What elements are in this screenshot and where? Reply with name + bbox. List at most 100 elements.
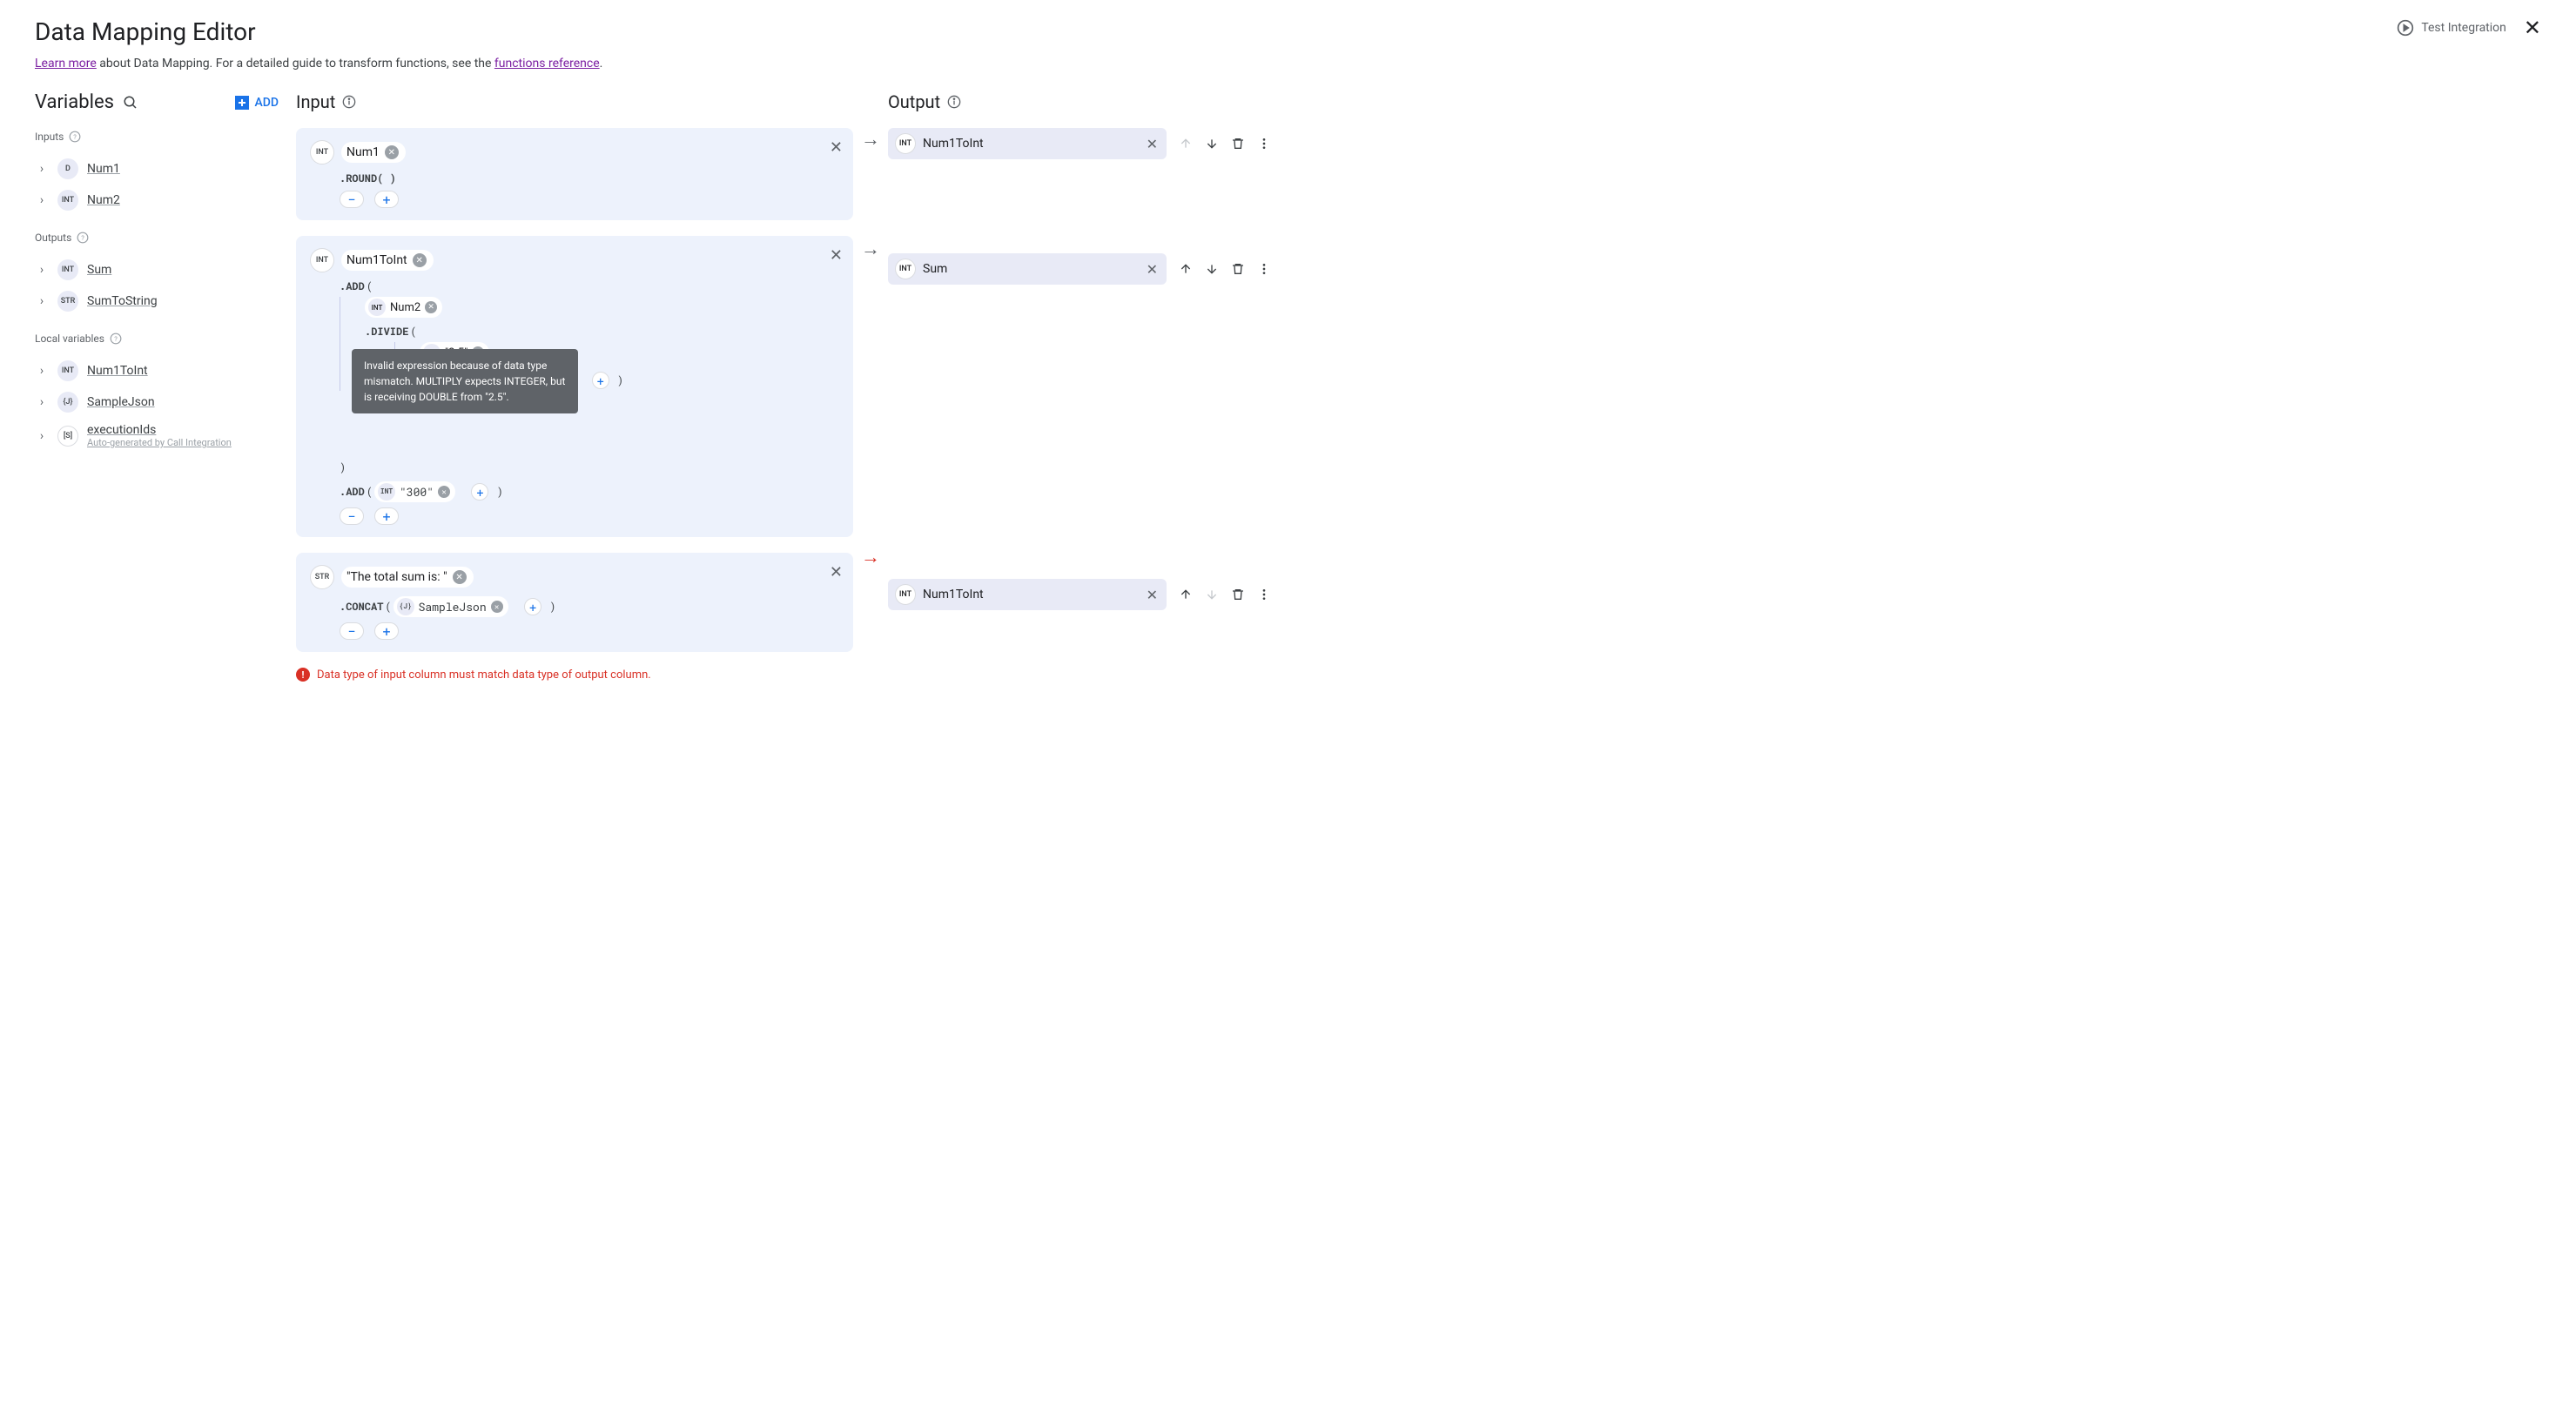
arrow-right-icon: → bbox=[861, 128, 880, 151]
remove-input-button[interactable]: ✕ bbox=[830, 246, 843, 265]
output-variable-pill[interactable]: INT Sum ✕ bbox=[888, 253, 1167, 285]
variable-row[interactable]: › STR SumToString bbox=[35, 286, 279, 317]
type-badge: INT bbox=[895, 133, 916, 154]
move-down-button[interactable] bbox=[1205, 137, 1219, 151]
input-mapping-block: ✕ INT Num1ToInt ✕ .ADD ( INT Num2 ✕ bbox=[296, 236, 853, 537]
variable-name: Num1ToInt bbox=[87, 364, 148, 378]
chevron-right-icon: › bbox=[35, 395, 49, 409]
help-icon[interactable]: ? bbox=[69, 131, 81, 143]
delete-row-button[interactable] bbox=[1231, 137, 1245, 151]
add-argument-button[interactable]: + bbox=[471, 483, 488, 501]
variable-row[interactable]: › INT Sum bbox=[35, 254, 279, 286]
more-options-button[interactable] bbox=[1257, 262, 1271, 276]
variable-name: Num1 bbox=[87, 162, 120, 176]
add-variable-button[interactable]: ADD bbox=[235, 96, 279, 110]
remove-input-button[interactable]: ✕ bbox=[830, 563, 843, 581]
info-icon[interactable] bbox=[947, 95, 961, 109]
chevron-right-icon: › bbox=[35, 294, 49, 308]
remove-function-button[interactable]: − bbox=[340, 191, 364, 208]
outputs-section-label: Outputs ? bbox=[35, 232, 279, 244]
type-badge: INT bbox=[57, 190, 78, 211]
type-badge: INT bbox=[310, 248, 334, 272]
remove-function-button[interactable]: − bbox=[340, 622, 364, 640]
variables-heading: Variables bbox=[35, 91, 114, 113]
variable-pill[interactable]: Num1ToInt ✕ bbox=[341, 250, 434, 271]
remove-pill-button[interactable]: ✕ bbox=[438, 486, 450, 498]
move-up-button[interactable] bbox=[1179, 137, 1193, 151]
delete-row-button[interactable] bbox=[1231, 588, 1245, 601]
variable-pill[interactable]: {J} SampleJson ✕ bbox=[393, 596, 508, 617]
test-integration-button[interactable]: Test Integration bbox=[2397, 19, 2506, 37]
type-badge: INT bbox=[57, 259, 78, 280]
type-badge: INT bbox=[895, 259, 916, 279]
output-variable-pill[interactable]: INT Num1ToInt ✕ bbox=[888, 579, 1167, 610]
clear-output-button[interactable]: ✕ bbox=[1147, 587, 1158, 603]
svg-text:?: ? bbox=[74, 133, 77, 141]
type-badge: INT bbox=[57, 360, 78, 381]
value-pill[interactable]: INT "300" ✕ bbox=[374, 481, 455, 502]
add-function-button[interactable]: + bbox=[374, 622, 399, 640]
output-variable-pill[interactable]: INT Num1ToInt ✕ bbox=[888, 128, 1167, 159]
error-banner: ! Data type of input column must match d… bbox=[296, 668, 853, 682]
locals-section-label: Local variables ? bbox=[35, 333, 279, 345]
remove-pill-button[interactable]: ✕ bbox=[491, 601, 503, 613]
move-up-button[interactable] bbox=[1179, 262, 1193, 276]
chevron-right-icon: › bbox=[35, 162, 49, 176]
value-pill[interactable]: "The total sum is: " ✕ bbox=[341, 567, 474, 588]
help-icon[interactable]: ? bbox=[110, 333, 122, 345]
delete-row-button[interactable] bbox=[1231, 262, 1245, 276]
variable-name: SampleJson bbox=[87, 395, 155, 409]
search-icon bbox=[123, 95, 138, 111]
function-name[interactable]: .ADD bbox=[340, 279, 365, 293]
error-icon: ! bbox=[296, 668, 310, 682]
learn-more-link[interactable]: Learn more bbox=[35, 57, 97, 71]
info-icon[interactable] bbox=[342, 95, 356, 109]
variable-row[interactable]: › D Num1 bbox=[35, 153, 279, 185]
variable-row[interactable]: › INT Num2 bbox=[35, 185, 279, 216]
variable-subtitle: Auto-generated by Call Integration bbox=[87, 437, 232, 448]
remove-function-button[interactable]: − bbox=[340, 507, 364, 525]
function-name[interactable]: .DIVIDE bbox=[365, 325, 408, 339]
variable-name: Num2 bbox=[87, 193, 120, 207]
variable-name: SumToString bbox=[87, 294, 158, 308]
clear-output-button[interactable]: ✕ bbox=[1147, 136, 1158, 152]
move-down-button[interactable] bbox=[1205, 262, 1219, 276]
svg-text:?: ? bbox=[114, 335, 118, 343]
move-down-button[interactable] bbox=[1205, 588, 1219, 601]
input-mapping-block: ✕ INT Num1 ✕ .ROUND( ) − + bbox=[296, 128, 853, 220]
move-up-button[interactable] bbox=[1179, 588, 1193, 601]
type-badge: D bbox=[57, 158, 78, 179]
more-options-button[interactable] bbox=[1257, 137, 1271, 151]
page-title: Data Mapping Editor bbox=[35, 17, 256, 46]
variable-row[interactable]: › INT Num1ToInt bbox=[35, 355, 279, 386]
remove-pill-button[interactable]: ✕ bbox=[425, 301, 437, 313]
play-circle-icon bbox=[2397, 19, 2414, 37]
type-badge: {J} bbox=[57, 392, 78, 413]
function-name[interactable]: .ROUND( ) bbox=[340, 171, 396, 185]
variable-pill[interactable]: Num1 ✕ bbox=[341, 142, 406, 163]
error-tooltip: Invalid expression because of data type … bbox=[352, 349, 578, 413]
function-name[interactable]: .ADD bbox=[340, 485, 365, 499]
remove-input-button[interactable]: ✕ bbox=[830, 138, 843, 157]
variable-row[interactable]: › [S] executionIds Auto-generated by Cal… bbox=[35, 418, 279, 454]
help-icon[interactable]: ? bbox=[77, 232, 89, 244]
add-argument-button[interactable]: + bbox=[592, 372, 609, 389]
remove-pill-button[interactable]: ✕ bbox=[385, 145, 399, 159]
chevron-right-icon: › bbox=[35, 429, 49, 443]
help-text: Learn more about Data Mapping. For a det… bbox=[35, 57, 2541, 71]
function-name[interactable]: .CONCAT bbox=[340, 600, 383, 614]
plus-box-icon bbox=[235, 96, 249, 110]
search-button[interactable] bbox=[123, 95, 138, 111]
variable-row[interactable]: › {J} SampleJson bbox=[35, 386, 279, 418]
remove-pill-button[interactable]: ✕ bbox=[413, 253, 427, 267]
add-argument-button[interactable]: + bbox=[524, 598, 541, 615]
type-badge: STR bbox=[57, 291, 78, 312]
add-function-button[interactable]: + bbox=[374, 507, 399, 525]
clear-output-button[interactable]: ✕ bbox=[1147, 261, 1158, 278]
close-button[interactable]: ✕ bbox=[2524, 16, 2541, 40]
add-function-button[interactable]: + bbox=[374, 191, 399, 208]
variable-pill[interactable]: INT Num2 ✕ bbox=[365, 297, 442, 318]
more-options-button[interactable] bbox=[1257, 588, 1271, 601]
functions-reference-link[interactable]: functions reference bbox=[494, 57, 600, 71]
remove-pill-button[interactable]: ✕ bbox=[453, 570, 467, 584]
